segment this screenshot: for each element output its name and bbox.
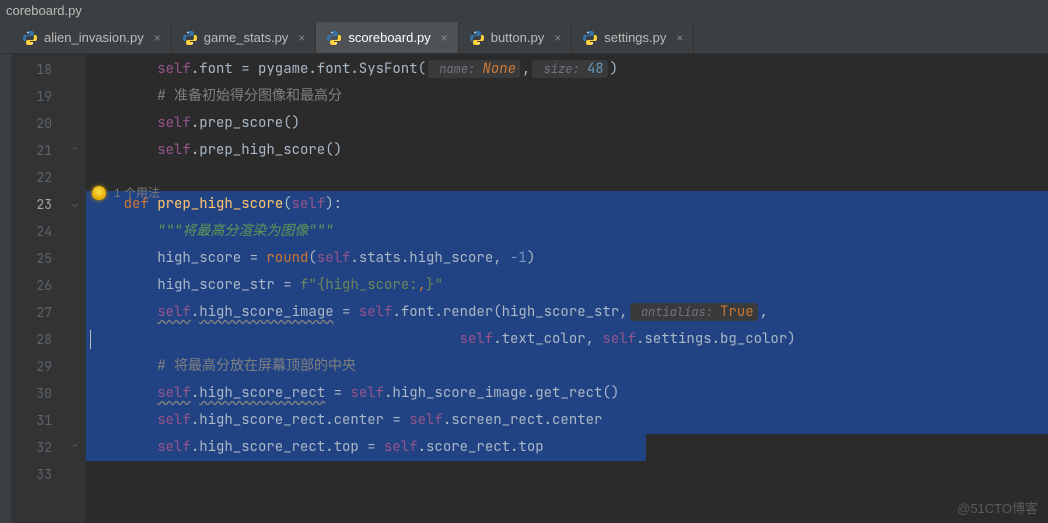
line-number: 30 [12, 380, 70, 407]
window-title: coreboard.py [0, 0, 1048, 22]
tab-label: scoreboard.py [348, 30, 430, 45]
line-number: 23 [12, 191, 70, 218]
fold-column: ⌃ ⌄ ⌃ [70, 54, 86, 523]
code-line[interactable]: # 将最高分放在屏幕顶部的中央 [86, 353, 1048, 380]
code-line[interactable] [86, 164, 1048, 191]
code-line[interactable]: """将最高分渲染为图像""" [86, 218, 1048, 245]
line-number: 20 [12, 110, 70, 137]
code-editor[interactable]: 18 19 20 21 22 23 24 25 26 27 28 29 30 3… [0, 54, 1048, 523]
code-line[interactable]: # 准备初始得分图像和最高分 [86, 83, 1048, 110]
code-line[interactable]: high_score_str = f"{high_score:,}" [86, 272, 1048, 299]
line-number: 29 [12, 353, 70, 380]
code-line[interactable]: self.high_score_rect.top = self.score_re… [86, 434, 1048, 461]
watermark: @51CTO博客 [957, 498, 1038, 517]
line-number: 32 [12, 434, 70, 461]
line-number: 33 [12, 461, 70, 488]
code-line[interactable]: self.high_score_rect.center = self.scree… [86, 407, 1048, 434]
code-line[interactable]: self.prep_score() [86, 110, 1048, 137]
python-file-icon [182, 30, 198, 46]
tab-settings[interactable]: settings.py × [572, 22, 694, 53]
line-number: 24 [12, 218, 70, 245]
line-number: 18 [12, 56, 70, 83]
tab-label: alien_invasion.py [44, 30, 144, 45]
editor-tabs: alien_invasion.py × game_stats.py × scor… [0, 22, 1048, 54]
code-line[interactable] [86, 461, 1048, 488]
tab-label: button.py [491, 30, 545, 45]
code-line[interactable]: def prep_high_score(self): [86, 191, 1048, 218]
code-line[interactable]: self.text_color, self.settings.bg_color) [86, 326, 1048, 353]
intention-bulb-icon[interactable] [92, 186, 106, 200]
line-number: 28 [12, 326, 70, 353]
fold-end-icon[interactable]: ⌃ [72, 145, 82, 155]
tab-button[interactable]: button.py × [459, 22, 573, 53]
tab-game-stats[interactable]: game_stats.py × [172, 22, 317, 53]
fold-start-icon[interactable]: ⌄ [72, 199, 82, 209]
python-file-icon [582, 30, 598, 46]
line-number-gutter: 18 19 20 21 22 23 24 25 26 27 28 29 30 3… [12, 54, 70, 523]
close-icon[interactable]: × [676, 31, 683, 45]
tab-scoreboard[interactable]: scoreboard.py × [316, 22, 458, 53]
python-file-icon [326, 30, 342, 46]
code-line[interactable]: self.prep_high_score() [86, 137, 1048, 164]
line-number: 27 [12, 299, 70, 326]
code-line[interactable]: self.font = pygame.font.SysFont( name: N… [86, 56, 1048, 83]
code-line[interactable]: high_score = round(self.stats.high_score… [86, 245, 1048, 272]
tab-alien-invasion[interactable]: alien_invasion.py × [12, 22, 172, 53]
line-number: 26 [12, 272, 70, 299]
code-line[interactable]: self.high_score_rect = self.high_score_i… [86, 380, 1048, 407]
tab-label: game_stats.py [204, 30, 289, 45]
line-number: 25 [12, 245, 70, 272]
close-icon[interactable]: × [298, 31, 305, 45]
line-number: 19 [12, 83, 70, 110]
left-tool-strip [0, 54, 12, 523]
close-icon[interactable]: × [441, 31, 448, 45]
close-icon[interactable]: × [554, 31, 561, 45]
code-line[interactable]: self.high_score_image = self.font.render… [86, 299, 1048, 326]
code-area[interactable]: self.font = pygame.font.SysFont( name: N… [86, 54, 1048, 523]
python-file-icon [469, 30, 485, 46]
line-number: 22 [12, 164, 70, 191]
close-icon[interactable]: × [154, 31, 161, 45]
line-number: 21 [12, 137, 70, 164]
fold-end-icon[interactable]: ⌃ [72, 442, 82, 452]
python-file-icon [22, 30, 38, 46]
line-number: 31 [12, 407, 70, 434]
tab-label: settings.py [604, 30, 666, 45]
